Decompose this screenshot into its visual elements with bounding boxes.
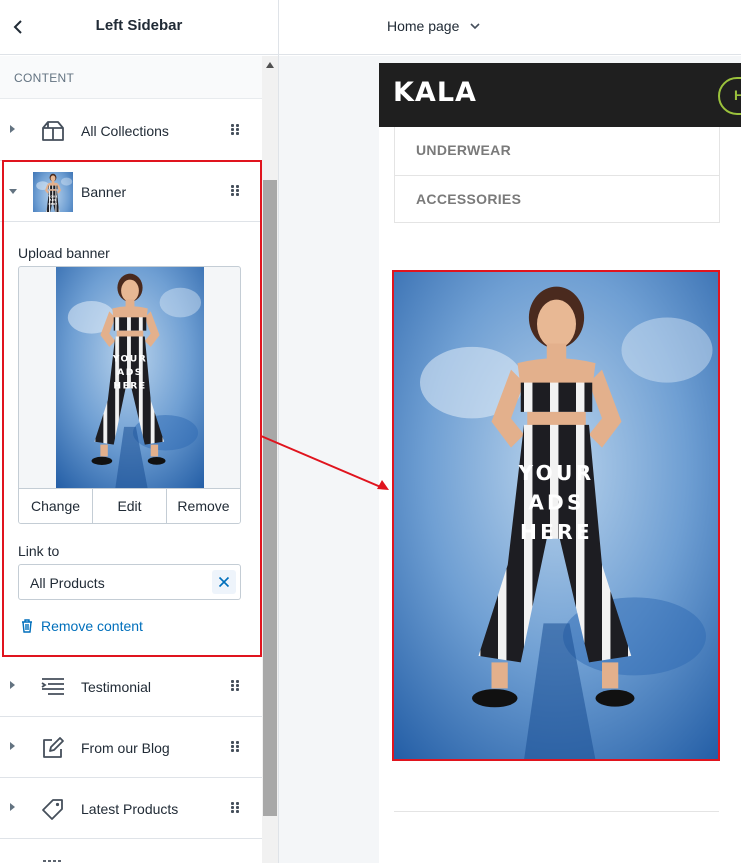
- page-selector[interactable]: Home page: [387, 18, 480, 34]
- sidebar-header: Left Sidebar: [0, 0, 278, 55]
- sidebar-item-testimonial[interactable]: Testimonial: [0, 656, 262, 717]
- category-menu: UNDERWEAR ACCESSORIES: [394, 127, 720, 223]
- caret-right-icon[interactable]: [10, 742, 15, 750]
- store-banner-image[interactable]: [394, 272, 719, 760]
- scroll-up-icon[interactable]: [266, 62, 274, 68]
- drag-handle-icon[interactable]: [231, 124, 239, 136]
- drag-handle-icon[interactable]: [231, 802, 239, 814]
- change-image-button[interactable]: Change: [19, 489, 93, 523]
- sidebar-item-next[interactable]: [0, 839, 262, 863]
- page-selector-label: Home page: [387, 18, 460, 34]
- upload-banner-label: Upload banner: [18, 245, 110, 261]
- banner-thumbnail: [33, 172, 73, 212]
- scrollbar-thumb[interactable]: [263, 180, 277, 816]
- sidebar-item-all-collections[interactable]: All Collections: [0, 100, 262, 161]
- divider: [394, 811, 719, 812]
- sidebar-item-label: All Collections: [81, 123, 169, 139]
- header-pill-button[interactable]: H: [718, 77, 741, 115]
- link-to-label: Link to: [18, 543, 60, 559]
- section-icon: [43, 860, 63, 862]
- image-picker[interactable]: Change Edit Remove: [18, 266, 241, 524]
- menu-item-label: ACCESSORIES: [416, 191, 522, 207]
- image-picker-actions: Change Edit Remove: [19, 488, 240, 523]
- menu-item-underwear[interactable]: UNDERWEAR: [395, 127, 719, 175]
- sidebar-title: Left Sidebar: [95, 17, 183, 34]
- sidebar-item-label: Latest Products: [81, 801, 179, 817]
- sidebar-item-label: Testimonial: [81, 679, 152, 695]
- menu-item-label: UNDERWEAR: [416, 142, 511, 158]
- chevron-down-icon: [470, 23, 480, 30]
- caret-down-icon[interactable]: [9, 189, 17, 194]
- link-to-value: All Products: [30, 575, 105, 591]
- sidebar-item-from-our-blog[interactable]: From our Blog: [0, 717, 262, 778]
- store-preview: KALA H UNDERWEAR ACCESSORIES: [379, 63, 741, 863]
- banner-settings-panel: Upload banner Change Edit Remove Link to…: [0, 222, 262, 655]
- preview-topbar: Home page: [279, 0, 741, 55]
- drag-handle-icon[interactable]: [231, 680, 239, 692]
- caret-right-icon[interactable]: [10, 681, 15, 689]
- section-heading: CONTENT: [0, 56, 262, 99]
- theme-editor-sidebar: Left Sidebar CONTENT All Collections Ban…: [0, 0, 279, 863]
- drag-handle-icon[interactable]: [231, 741, 239, 753]
- list-icon: [41, 678, 64, 695]
- drag-handle-icon[interactable]: [231, 185, 239, 197]
- header-pill-label: H: [734, 87, 741, 103]
- caret-right-icon[interactable]: [10, 803, 15, 811]
- sidebar-item-banner[interactable]: Banner: [0, 161, 262, 222]
- collection-icon: [42, 121, 64, 141]
- menu-item-accessories[interactable]: ACCESSORIES: [395, 175, 719, 223]
- banner-preview-image: [56, 267, 204, 489]
- trash-icon: [22, 619, 32, 633]
- sidebar-item-label: From our Blog: [81, 740, 170, 756]
- sidebar-item-label: Banner: [81, 184, 127, 200]
- caret-right-icon[interactable]: [10, 125, 15, 133]
- remove-image-button[interactable]: Remove: [167, 489, 240, 523]
- clear-link-icon[interactable]: [212, 570, 236, 594]
- tag-icon: [42, 799, 63, 820]
- blog-edit-icon: [43, 737, 64, 758]
- store-logo[interactable]: KALA: [393, 77, 477, 108]
- section-heading-label: CONTENT: [14, 71, 75, 85]
- store-header: KALA H: [379, 63, 741, 127]
- link-to-field[interactable]: All Products: [18, 564, 241, 600]
- scrollbar[interactable]: [262, 56, 278, 863]
- remove-content-label: Remove content: [41, 618, 143, 634]
- edit-image-button[interactable]: Edit: [93, 489, 167, 523]
- sidebar-item-latest-products[interactable]: Latest Products: [0, 778, 262, 839]
